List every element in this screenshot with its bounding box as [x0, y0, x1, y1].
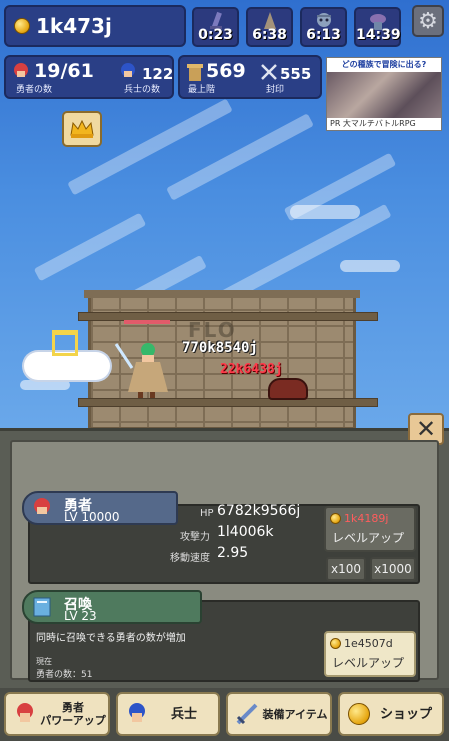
- summon-book-icon: [33, 597, 51, 617]
- timer-skull-value: 6:13: [306, 27, 341, 43]
- wall-inscription: FLO: [188, 318, 237, 342]
- hero-head-icon: [14, 63, 28, 77]
- top-floor-value: 569: [206, 60, 246, 82]
- progress-panel: 569 最上階 555 封印: [178, 55, 322, 99]
- summon-card-header: 召喚 LV 23: [22, 590, 202, 624]
- gold-coin-icon: [14, 18, 30, 34]
- tower-icon: [187, 64, 203, 81]
- crown-icon: [70, 119, 94, 138]
- coin-icon: [330, 638, 341, 649]
- summon-level-up-label: レベルアップ: [332, 656, 405, 670]
- speed-value: 2.95: [217, 545, 249, 561]
- soldier-head-icon: [121, 63, 135, 77]
- nav-soldier-label: 兵士: [170, 706, 197, 722]
- summon-current-label: 現在: [36, 657, 52, 666]
- hero-hp-bar: [124, 320, 170, 324]
- timer-potion[interactable]: 14:39: [354, 7, 401, 47]
- nav-shop-button[interactable]: ショップ: [338, 692, 444, 736]
- nav-soldier-button[interactable]: 兵士: [116, 692, 220, 736]
- summon-level-up-button[interactable]: 1e4507d レベルアップ: [324, 631, 416, 677]
- close-icon: ✕: [415, 415, 437, 443]
- hero-sprite: [114, 343, 168, 398]
- damage-number-white: 770k8540j: [182, 340, 258, 356]
- summon-level-up-cost-row: 1e4507d: [330, 637, 393, 650]
- hero-card-level: LV 10000: [64, 510, 120, 524]
- summon-description: 同時に召喚できる勇者の数が増加: [36, 633, 186, 644]
- ad-image: [327, 72, 441, 118]
- shop-coin-icon: [348, 703, 370, 725]
- gold-amount: 1k473j: [36, 14, 112, 38]
- top-floor-label: 最上階: [188, 85, 216, 95]
- summon-current-value: 勇者の数：51: [36, 670, 93, 680]
- hp-value: 6782k9566j: [217, 503, 301, 519]
- enemy-sprite: [268, 378, 308, 400]
- wall-top: [84, 290, 360, 298]
- nav-hero-power-button[interactable]: 勇者 パワーアップ: [4, 692, 110, 736]
- ad-banner[interactable]: どの種族で冒険に出る? PR 大マルチバトルRPG: [326, 57, 442, 131]
- attack-label: 攻撃力: [180, 532, 210, 543]
- summon-level-up-cost: 1e4507d: [344, 637, 393, 650]
- unit-count-panel: 19/61 勇者の数 122 兵士の数: [4, 55, 174, 99]
- timer-sword-value: 0:23: [198, 27, 233, 43]
- attack-value: 1l4006k: [217, 524, 274, 540]
- hero-power-icon: [17, 703, 33, 722]
- nav-hero-power-label: 勇者 パワーアップ: [40, 701, 106, 727]
- nav-equipment-label: 装備アイテム: [262, 707, 328, 721]
- hero-level-up-button[interactable]: 1k4189j レベルアップ: [324, 506, 416, 552]
- hero-card-header: 勇者 LV 10000: [22, 491, 178, 525]
- gear-icon: ⚙: [418, 8, 438, 34]
- ad-headline: どの種族で冒険に出る?: [327, 58, 441, 72]
- timer-drill-value: 6:38: [252, 27, 287, 43]
- coin-icon: [330, 513, 341, 524]
- hero-count: 19/61: [34, 60, 94, 82]
- soldier-count: 122: [142, 65, 174, 83]
- x1000-button[interactable]: x1000: [370, 557, 416, 581]
- timer-sword[interactable]: 0:23: [192, 7, 239, 47]
- speed-label: 移動速度: [170, 553, 210, 564]
- nav-equipment-button[interactable]: 装備アイテム: [226, 692, 332, 736]
- ad-caption: PR 大マルチバトルRPG: [327, 118, 441, 130]
- floating-cloud: [24, 352, 110, 380]
- soldier-count-label: 兵士の数: [124, 85, 161, 95]
- hero-portrait-icon: [34, 498, 50, 514]
- x100-button[interactable]: x100: [326, 557, 366, 581]
- ladder-icon: [52, 330, 78, 356]
- hero-level-up-cost: 1k4189j: [344, 512, 389, 525]
- damage-number-red: 22k6438j: [220, 362, 283, 377]
- timer-drill[interactable]: 6:38: [246, 7, 293, 47]
- hero-level-up-label: レベルアップ: [332, 531, 405, 545]
- gold-display: 1k473j: [4, 5, 186, 47]
- settings-button[interactable]: ⚙: [412, 5, 444, 37]
- nav-shop-label: ショップ: [379, 706, 432, 722]
- hp-label: HP: [200, 508, 214, 519]
- seal-value: 555: [280, 65, 312, 83]
- timer-potion-value: 14:39: [356, 27, 401, 43]
- sword-icon: [236, 703, 258, 725]
- summon-card-level: LV 23: [64, 609, 97, 623]
- timer-skull[interactable]: 6:13: [300, 7, 347, 47]
- soldier-icon: [129, 703, 145, 722]
- crown-button[interactable]: [62, 111, 102, 147]
- hero-level-up-cost-row: 1k4189j: [330, 512, 388, 525]
- crossed-swords-icon: [261, 64, 277, 80]
- hero-count-label: 勇者の数: [16, 85, 53, 95]
- seal-label: 封印: [266, 85, 285, 95]
